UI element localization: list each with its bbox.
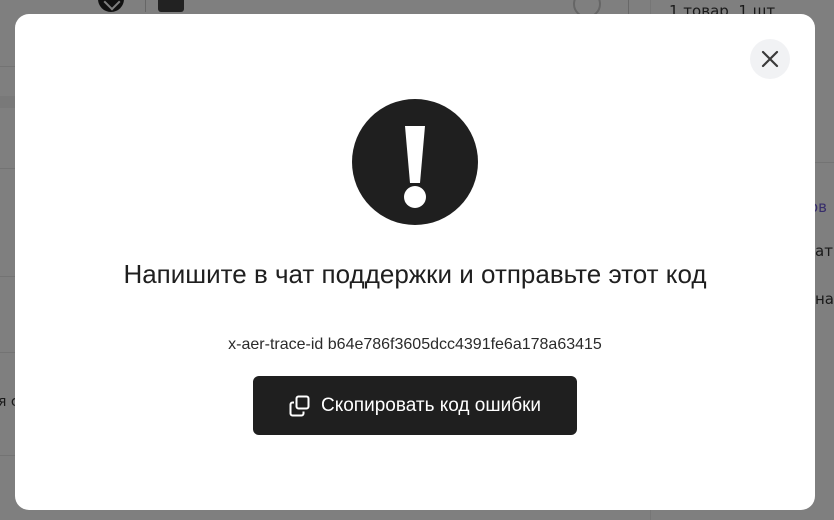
error-modal: Напишите в чат поддержки и отправьте это… [15,14,815,510]
modal-title: Напишите в чат поддержки и отправьте это… [123,259,707,289]
copy-icon [289,395,310,416]
trace-label: x-aer-trace-id [228,336,324,353]
close-icon [761,50,779,68]
page: я с 1 товар, 1 шт ов ат на Напишите в ча… [0,0,834,520]
trace-id-line: x-aer-trace-id b64e786f3605dcc4391fe6a17… [115,336,715,354]
trace-id-value: b64e786f3605dcc4391fe6a178a63415 [327,336,602,353]
copy-error-code-button[interactable]: Скопировать код ошибки [253,376,577,435]
exclamation-circle-icon [352,99,478,225]
close-button[interactable] [750,39,790,79]
copy-button-label: Скопировать код ошибки [320,394,542,416]
